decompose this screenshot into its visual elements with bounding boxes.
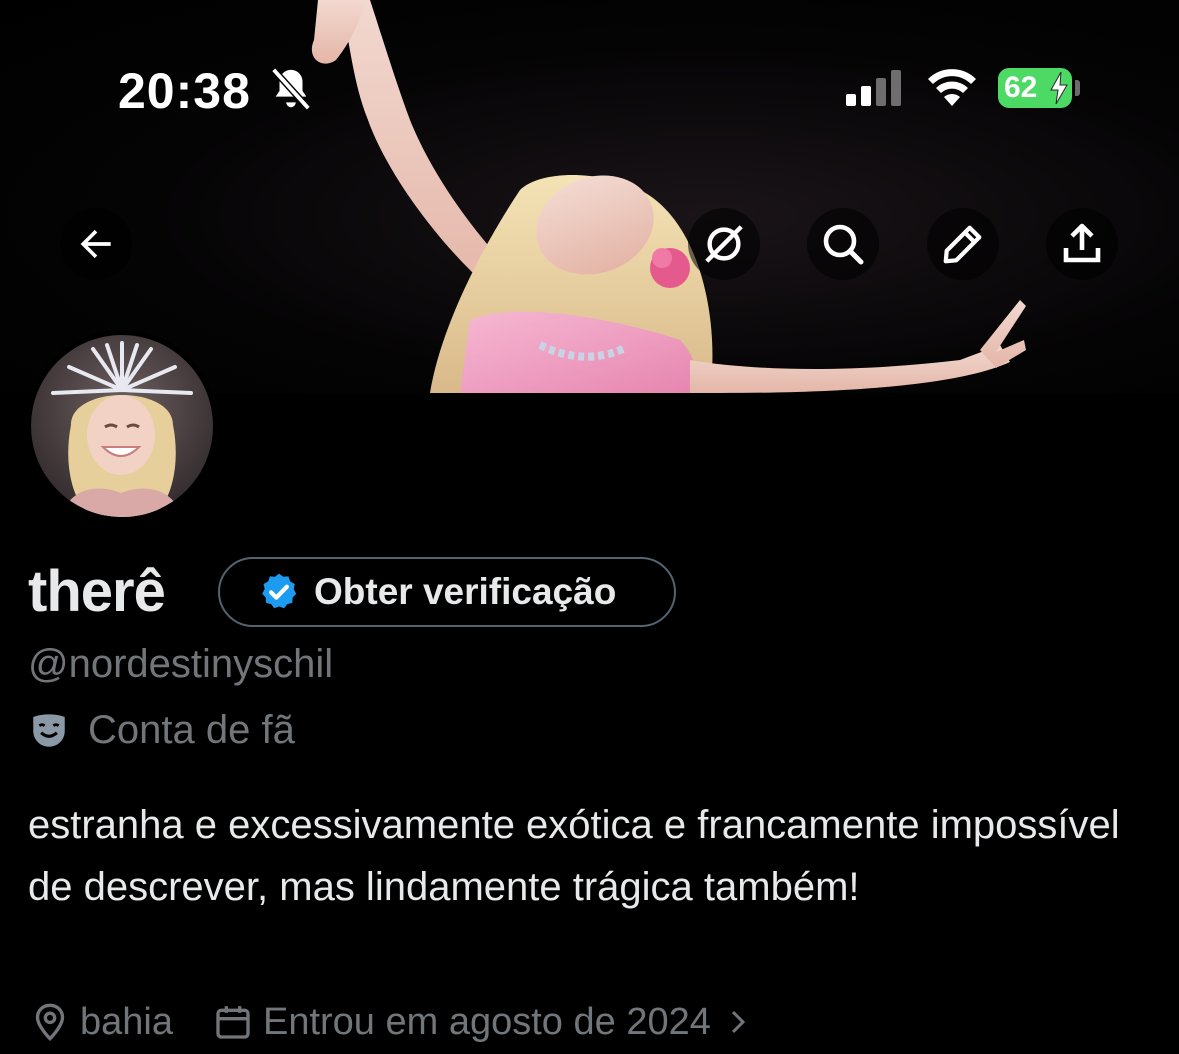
- profile-meta: bahia Entrou em agosto de 2024: [30, 1000, 753, 1044]
- profile-screen: 20:38 62 therê Obter verificação @nordes…: [0, 0, 1179, 1054]
- cellular-signal-icon: [846, 70, 901, 106]
- joined-date-text: Entrou em agosto de 2024: [262, 1000, 711, 1043]
- banner-image: [311, 0, 1026, 393]
- battery-level: 62: [1004, 71, 1038, 104]
- profile-avatar[interactable]: [26, 330, 218, 522]
- theater-mask-icon: [33, 713, 65, 747]
- battery-indicator: 62: [998, 68, 1072, 108]
- category-label: Conta de fã: [88, 708, 295, 752]
- grok-button[interactable]: [688, 208, 760, 280]
- get-verified-button[interactable]: Obter verificação: [218, 557, 676, 627]
- back-arrow-icon: [80, 229, 111, 259]
- username-handle: @nordestinyschil: [28, 642, 334, 686]
- chevron-right-icon[interactable]: [723, 1004, 753, 1040]
- back-button[interactable]: [60, 208, 132, 280]
- wifi-icon: [928, 69, 976, 106]
- location-pin-icon: [35, 1003, 65, 1042]
- profile-bio: estranha e excessivamente exótica e fran…: [28, 803, 1120, 909]
- share-icon: [1063, 223, 1101, 263]
- verified-badge-icon: [262, 573, 297, 609]
- profile-banner[interactable]: 20:38 62: [0, 0, 1179, 393]
- edit-button[interactable]: [927, 208, 999, 280]
- pencil-icon: [943, 225, 982, 264]
- avatar-image: [31, 335, 213, 517]
- get-verified-label: Obter verificação: [314, 571, 617, 612]
- display-name: therê: [28, 559, 166, 624]
- battery-charging-icon: [1050, 72, 1068, 104]
- calendar-icon: [216, 1006, 250, 1039]
- status-time: 20:38: [118, 63, 251, 119]
- share-button[interactable]: [1046, 208, 1118, 280]
- bell-muted-icon: [271, 67, 311, 111]
- search-button[interactable]: [807, 208, 879, 280]
- search-icon: [823, 224, 864, 265]
- location-text: bahia: [80, 1000, 173, 1043]
- grok-icon: [705, 225, 743, 263]
- battery-cap: [1075, 80, 1080, 96]
- profile-category: Conta de fã: [28, 708, 295, 753]
